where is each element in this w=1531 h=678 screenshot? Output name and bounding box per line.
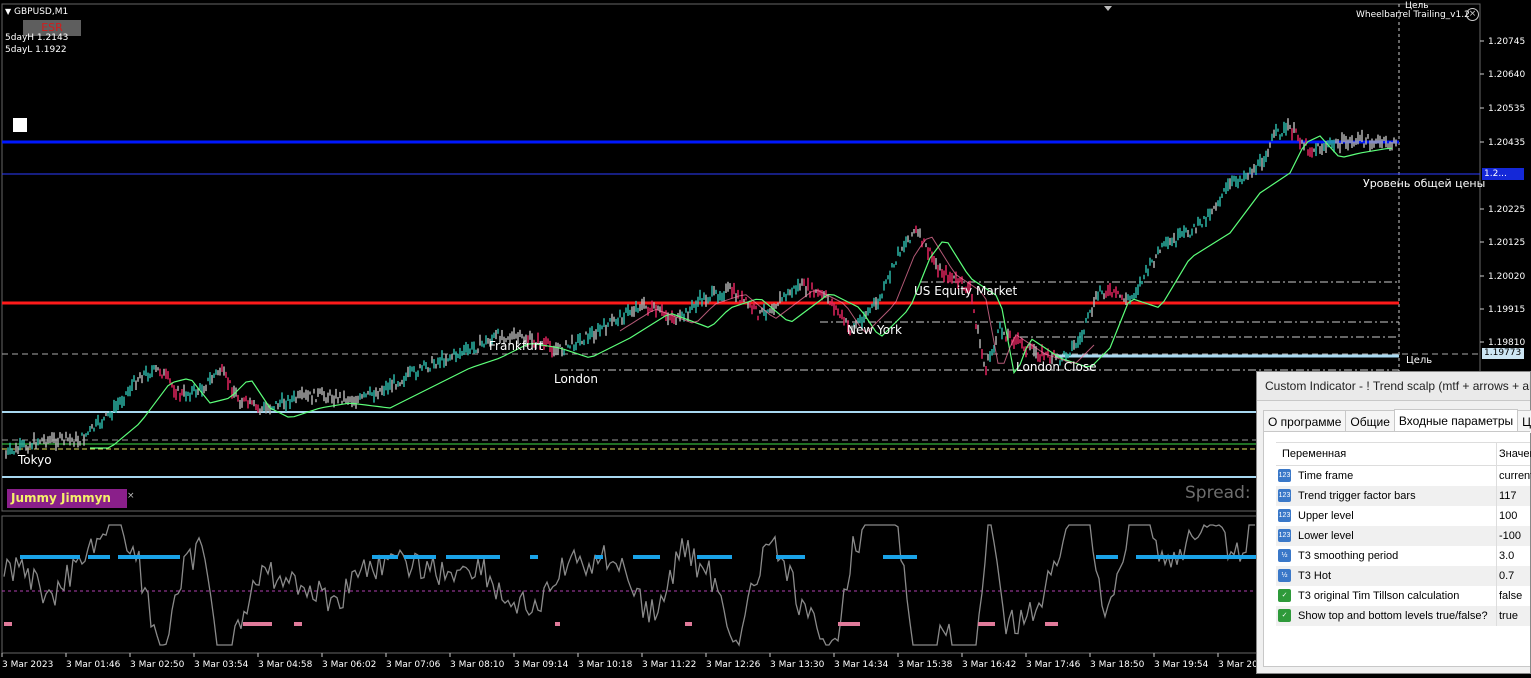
- session-label-new-york: New York: [847, 323, 902, 337]
- chart-menu-icon[interactable]: ▼: [5, 7, 11, 16]
- price-tick-label: 1.19915: [1488, 305, 1525, 315]
- param-value[interactable]: 0.7: [1496, 566, 1514, 586]
- close-ea-icon[interactable]: ×: [1466, 8, 1479, 21]
- 123-icon: 123: [1278, 509, 1291, 522]
- param-row[interactable]: ½ T3 smoothing period 3.0: [1276, 546, 1530, 566]
- col-variable[interactable]: Переменная: [1282, 443, 1346, 465]
- time-tick-label: 3 Mar 09:14: [514, 660, 569, 670]
- time-tick-label: 3 Mar 14:34: [834, 660, 889, 670]
- price-tick-label: 1.20745: [1488, 37, 1525, 47]
- params-table: ПеременнаяЗначение123Time framecurrent12…: [1276, 442, 1531, 626]
- chart-window[interactable]: Tokyo Frankfurt London New York US Equity Ma…: [0, 0, 1531, 674]
- time-tick-label: 3 Mar 2023: [2, 660, 53, 670]
- avg-price-tag: 1.2...: [1482, 168, 1524, 180]
- price-tick-label: 1.20020: [1488, 272, 1525, 282]
- param-row[interactable]: 123 Upper level 100: [1276, 506, 1530, 526]
- param-value[interactable]: false: [1496, 586, 1522, 606]
- price-tick-label: 1.19810: [1488, 338, 1525, 348]
- price-tick-label: 1.20435: [1488, 138, 1525, 148]
- price-tick-label: 1.20640: [1488, 70, 1525, 80]
- param-name: T3 smoothing period: [1298, 550, 1399, 562]
- col-value[interactable]: Значение: [1496, 443, 1531, 465]
- badge-close-icon[interactable]: ×: [127, 491, 135, 501]
- param-row[interactable]: 123 Trend trigger factor bars 117: [1276, 486, 1530, 506]
- price-tick-label: 1.20535: [1488, 104, 1525, 114]
- param-name: Show top and bottom levels true/false?: [1298, 610, 1488, 622]
- day-high-label: 5dayH 1.2143: [5, 33, 69, 43]
- time-tick-label: 3 Mar 03:54: [194, 660, 249, 670]
- time-tick-label: 3 Mar 19:54: [1154, 660, 1209, 670]
- time-tick-label: 3 Mar 11:22: [642, 660, 696, 670]
- param-row[interactable]: ✓ T3 original Tim Tillson calculation fals…: [1276, 586, 1530, 606]
- inputs-panel: ПеременнаяЗначение123Time framecurrent12…: [1263, 431, 1531, 667]
- param-value[interactable]: 117: [1496, 486, 1517, 506]
- time-tick-label: 3 Mar 10:18: [578, 660, 633, 670]
- param-value[interactable]: -100: [1496, 526, 1521, 546]
- param-row[interactable]: ✓ Show top and bottom levels true/false? t…: [1276, 606, 1530, 626]
- price-tick-label: 1.20125: [1488, 238, 1525, 248]
- symbol-label: GBPUSD,M1: [14, 7, 69, 17]
- param-row[interactable]: 123 Lower level -100: [1276, 526, 1530, 546]
- time-tick-label: 3 Mar 07:06: [386, 660, 441, 670]
- session-label-tokyo: Tokyo: [17, 453, 52, 467]
- avg-price-label: Уровень общей цены: [1363, 177, 1486, 190]
- symbol-caption: ▼ GBPUSD,M1: [5, 7, 68, 17]
- time-tick-label: 3 Mar 02:50: [130, 660, 185, 670]
- dialog-tabs: О программеОбщиеВходные параметрыЦвета: [1263, 408, 1531, 434]
- 123-icon: 123: [1278, 489, 1291, 502]
- param-name: Trend trigger factor bars: [1298, 490, 1416, 502]
- param-name: T3 original Tim Tillson calculation: [1298, 590, 1460, 602]
- param-name: Lower level: [1298, 530, 1354, 542]
- 123-icon: 123: [1278, 529, 1291, 542]
- ea-name-label: Wheelbarrel Trailing_v1.2: [1356, 10, 1470, 20]
- time-tick-label: 3 Mar 12:26: [706, 660, 761, 670]
- half-icon: ½: [1278, 549, 1291, 562]
- param-row[interactable]: 123 Time frame current: [1276, 466, 1531, 486]
- target-top-label: Цель: [1405, 1, 1429, 11]
- time-tick-label: 3 Mar 04:58: [258, 660, 313, 670]
- time-tick-label: 3 Mar 06:02: [322, 660, 376, 670]
- jummy-badge: Jummy Jimmyn: [7, 489, 127, 508]
- param-row[interactable]: ½ T3 Hot 0.7: [1276, 566, 1530, 586]
- scroll-arrow-icon[interactable]: [1104, 6, 1112, 11]
- price-tick-label: 1.20225: [1488, 205, 1525, 215]
- time-tick-label: 3 Mar 15:38: [898, 660, 953, 670]
- param-name: Time frame: [1298, 470, 1354, 482]
- session-label-london: London: [554, 372, 598, 386]
- dialog-tab[interactable]: О программе: [1263, 410, 1347, 433]
- object-marker[interactable]: [13, 118, 27, 132]
- dialog-tab[interactable]: Общие: [1345, 410, 1395, 433]
- spread-label: Spread:: [1185, 483, 1251, 503]
- param-value[interactable]: 100: [1496, 506, 1517, 526]
- time-tick-label: 3 Mar 17:46: [1026, 660, 1081, 670]
- target-label: Цель: [1406, 355, 1433, 366]
- check-icon: ✓: [1278, 609, 1291, 622]
- time-tick-label: 3 Mar 18:50: [1090, 660, 1145, 670]
- half-icon: ½: [1278, 569, 1291, 582]
- param-name: T3 Hot: [1298, 570, 1332, 582]
- time-tick-label: 3 Mar 20:: [1218, 660, 1261, 670]
- params-header: Переменная Значение: [1276, 443, 1531, 466]
- param-value[interactable]: 3.0: [1496, 546, 1514, 566]
- param-value[interactable]: current: [1496, 466, 1531, 486]
- time-tick-label: 3 Mar 13:30: [770, 660, 825, 670]
- day-low-label: 5dayL 1.1922: [5, 45, 67, 55]
- time-tick-label: 3 Mar 08:10: [450, 660, 505, 670]
- target-price-tag: 1.19773: [1482, 348, 1524, 359]
- session-label-frankfurt: Frankfurt: [489, 339, 544, 353]
- check-icon: ✓: [1278, 589, 1291, 602]
- time-tick-label: 3 Mar 01:46: [66, 660, 121, 670]
- custom-indicator-dialog[interactable]: Custom Indicator - ! Trend scalp (mtf + …: [1256, 371, 1531, 674]
- param-name: Upper level: [1298, 510, 1354, 522]
- time-tick-label: 3 Mar 16:42: [962, 660, 1016, 670]
- trend-trigger-line: [3, 523, 1255, 647]
- session-label-london-close: London Close: [1016, 360, 1097, 374]
- pink-average-line: [619, 236, 1095, 364]
- 123-icon: 123: [1278, 469, 1291, 482]
- dialog-title[interactable]: Custom Indicator - ! Trend scalp (mtf + …: [1257, 372, 1530, 401]
- param-value[interactable]: true: [1496, 606, 1518, 626]
- session-label-us-equity-market: US Equity Market: [914, 284, 1018, 298]
- dialog-tab[interactable]: Цвета: [1517, 410, 1531, 433]
